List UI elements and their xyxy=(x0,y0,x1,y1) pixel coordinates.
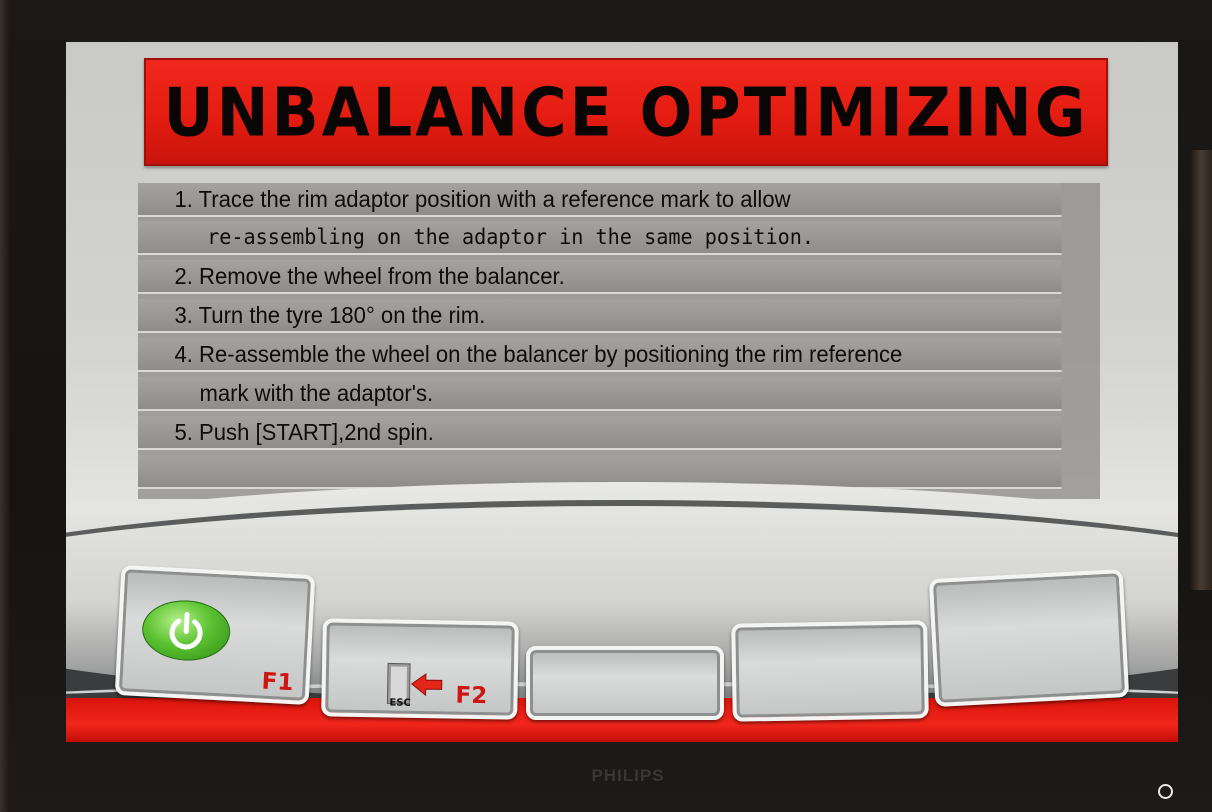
f1-key-button[interactable]: F1 xyxy=(114,565,316,705)
instruction-line-3: 2. Remove the wheel from the balancer. xyxy=(138,260,1062,294)
f3-key-button[interactable] xyxy=(526,646,724,720)
esc-icon-text: ESC xyxy=(389,697,411,708)
instruction-line-7: 5. Push [START],2nd spin. xyxy=(138,416,1062,450)
instruction-line-5: 4. Re-assemble the wheel on the balancer… xyxy=(138,338,1062,372)
bezel-edge-right xyxy=(1190,150,1212,590)
instructions-panel: 1. Trace the rim adaptor position with a… xyxy=(138,183,1100,499)
f5-key-button[interactable] xyxy=(928,569,1130,707)
instruction-line-4: 3. Turn the tyre 180° on the rim. xyxy=(138,299,1062,333)
exit-door-icon: ESC xyxy=(385,661,444,709)
bezel-edge-left xyxy=(0,0,10,812)
screen: UNBALANCE OPTIMIZING 1. Trace the rim ad… xyxy=(66,42,1178,742)
monitor-power-led-icon[interactable] xyxy=(1157,783,1173,799)
f2-key-label: F2 xyxy=(455,682,488,710)
title-banner: UNBALANCE OPTIMIZING xyxy=(144,58,1108,166)
power-icon xyxy=(140,598,232,663)
f1-key-label: F1 xyxy=(260,668,294,697)
instruction-line-1: 1. Trace the rim adaptor position with a… xyxy=(138,183,1062,217)
f2-key-button[interactable]: ESC F2 xyxy=(321,618,519,720)
f4-key-button[interactable] xyxy=(731,620,929,722)
instruction-line-6: mark with the adaptor's. xyxy=(138,377,1062,411)
instruction-line-2: re-assembling on the adaptor in the same… xyxy=(138,221,1062,255)
page-title: UNBALANCE OPTIMIZING xyxy=(163,72,1089,152)
monitor-brand-logo: PHILIPS xyxy=(591,766,665,785)
